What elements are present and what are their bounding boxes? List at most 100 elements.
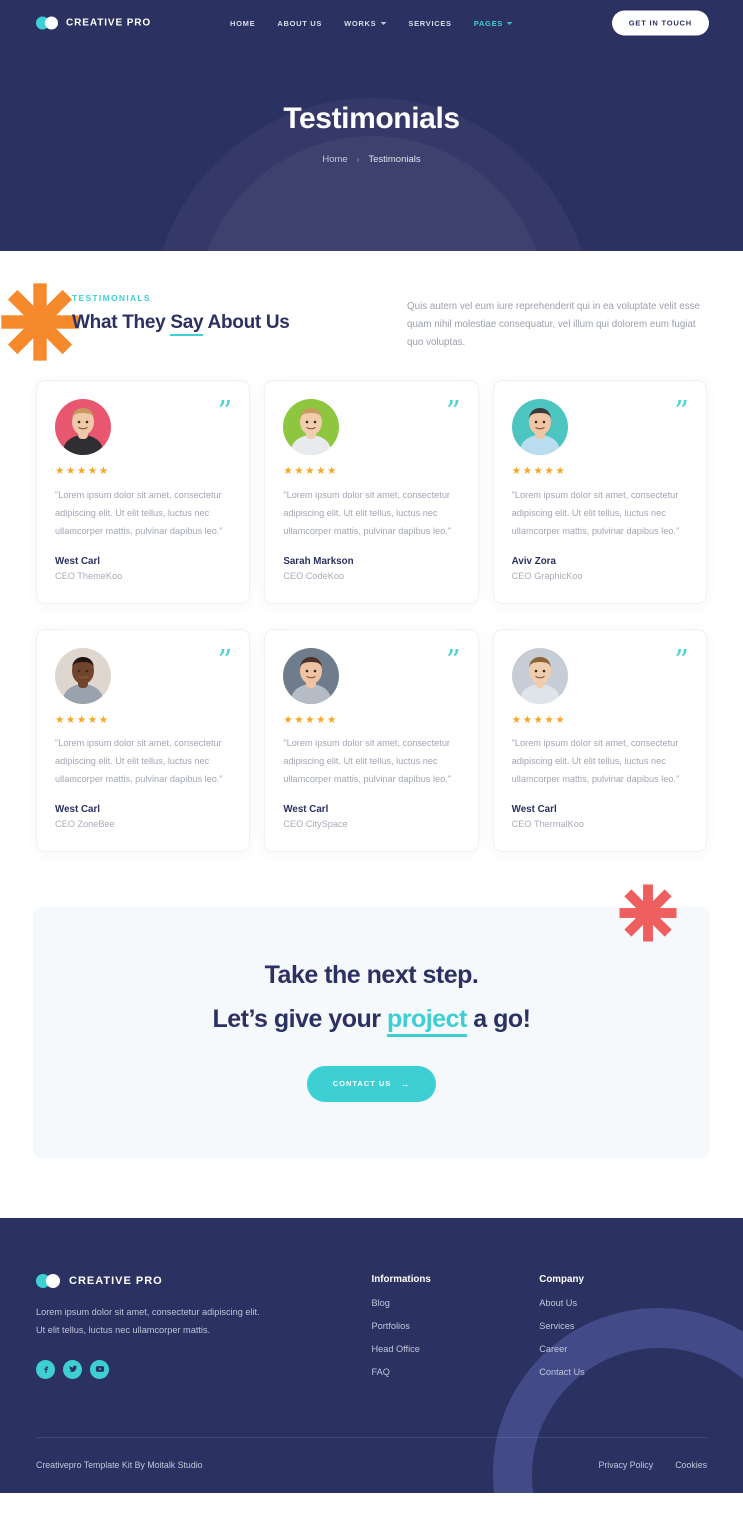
hero-banner: Testimonials Home › Testimonials (0, 46, 743, 251)
testimonial-author-name: West Carl (283, 803, 329, 815)
star-icon: ★ (87, 713, 98, 726)
nav-item-works[interactable]: WORKS (344, 19, 387, 28)
star-icon: ★ (294, 465, 304, 478)
star-icon: ★ (555, 465, 565, 478)
cta-headline-highlight[interactable]: project (386, 1004, 467, 1037)
nav-item-pages[interactable]: PAGES (474, 19, 513, 28)
quote-icon: ” (217, 642, 233, 677)
get-in-touch-button[interactable]: GET IN TOUCH (611, 10, 709, 36)
section-title-underlined: Say (170, 312, 204, 336)
breadcrumb-current: Testimonials (368, 154, 421, 165)
testimonial-author-role: CEO ZoneBee (55, 818, 115, 829)
footer-brand-name: CREATIVE PRO (69, 1274, 163, 1287)
star-icon: ★ (544, 465, 554, 478)
star-icon: ★ (327, 713, 337, 726)
testimonial-author-role: CEO ThemeKoo (55, 570, 123, 581)
star-icon: ★ (55, 465, 65, 478)
footer-link-contact-us[interactable]: Contact Us (539, 1367, 707, 1377)
two-circles-logo-icon (36, 1273, 61, 1288)
testimonial-card-top: ” (283, 642, 461, 704)
cta-headline-2-pre: Let’s give your (212, 1004, 387, 1033)
footer-brand-column: CREATIVE PRO Lorem ipsum dolor sit amet,… (36, 1273, 372, 1379)
testimonial-card[interactable]: ” ★ ★ ★ ★ ★ "Lorem ipsum dolor sit amet, conse… (36, 628, 251, 852)
footer-link-head-office[interactable]: Head Office (372, 1344, 540, 1354)
privacy-policy-link[interactable]: Privacy Policy (598, 1460, 653, 1470)
star-icon: ★ (294, 713, 304, 726)
star-icon: ★ (283, 465, 293, 478)
footer-link-portfolios[interactable]: Portfolios (372, 1321, 540, 1331)
avatar-illustration (283, 647, 340, 704)
footer-brand-logo[interactable]: CREATIVE PRO (36, 1273, 372, 1288)
nav-item-services[interactable]: SERVICES (408, 19, 451, 28)
star-icon: ★ (327, 465, 337, 478)
testimonial-card[interactable]: ” ★ ★ ★ ★ ★ "Lorem ipsum dolor sit amet, conse… (492, 628, 707, 852)
star-icon: ★ (98, 465, 109, 478)
cta-box: Take the next step. Let’s give your proj… (33, 906, 710, 1158)
testimonial-card[interactable]: ” ★ ★ ★ ★ ★ "Lorem ipsum dolor sit amet, conse… (264, 628, 479, 852)
footer-column-heading: Informations (371, 1273, 431, 1285)
testimonial-author-role: CEO GraphicKoo (511, 570, 583, 581)
avatar-illustration (55, 399, 111, 456)
cta-headline-2-post: a go! (466, 1004, 531, 1033)
facebook-icon[interactable] (36, 1359, 55, 1379)
star-icon: ★ (544, 713, 554, 726)
footer-column-informations: Informations Blog Portfolios Head Office… (372, 1274, 540, 1379)
star-icon: ★ (522, 713, 532, 726)
footer-columns: CREATIVE PRO Lorem ipsum dolor sit amet,… (36, 1273, 707, 1379)
footer-link-services[interactable]: Services (539, 1321, 707, 1331)
star-icon: ★ (76, 713, 87, 726)
testimonial-card[interactable]: ” ★ ★ ★ ★ ★ "Lorem ipsum dolor sit amet, conse… (36, 380, 251, 604)
cookies-link[interactable]: Cookies (675, 1460, 707, 1470)
star-icon: ★ (76, 465, 87, 478)
star-icon: ★ (65, 713, 76, 726)
testimonial-card[interactable]: ” ★ ★ ★ ★ ★ "Lorem ipsum dolor sit amet, conse… (492, 380, 707, 604)
testimonial-card[interactable]: ” ★ ★ ★ ★ ★ "Lorem ipsum dolor sit amet, conse… (264, 380, 479, 604)
star-icon: ★ (511, 713, 522, 726)
footer-link-career[interactable]: Career (539, 1344, 707, 1354)
site-header: CREATIVE PRO HOME ABOUT US WORKS SERVICE… (0, 0, 743, 46)
testimonial-author-name: West Carl (511, 803, 557, 815)
testimonial-author-name: West Carl (55, 555, 101, 567)
quote-icon: ” (674, 394, 689, 429)
quote-icon: ” (445, 394, 461, 429)
footer-link-faq[interactable]: FAQ (372, 1367, 540, 1377)
nav-item-home[interactable]: HOME (230, 19, 255, 28)
brand-logo[interactable]: CREATIVE PRO (36, 16, 151, 30)
cta-section: Take the next step. Let’s give your proj… (0, 852, 743, 1218)
cta-headline-2: Let’s give your project a go! (53, 1004, 690, 1037)
footer-link-blog[interactable]: Blog (372, 1298, 540, 1308)
nav-item-about-us[interactable]: ABOUT US (277, 19, 322, 28)
rating-stars: ★ ★ ★ ★ ★ (512, 715, 688, 726)
section-header-left: TESTIMONIALS What They Say About Us (1, 283, 366, 361)
footer-link-about-us[interactable]: About Us (539, 1298, 707, 1308)
contact-us-button[interactable]: CONTACT US → (306, 1065, 437, 1102)
testimonial-card-top: ” (511, 645, 689, 704)
avatar (55, 647, 111, 704)
section-header: TESTIMONIALS What They Say About Us Quis… (0, 251, 743, 361)
avatar (511, 647, 568, 704)
testimonial-card-top: ” (55, 397, 232, 456)
star-icon: ★ (316, 713, 326, 726)
section-eyebrow: TESTIMONIALS (72, 293, 151, 303)
testimonial-card-top: ” (283, 394, 461, 456)
footer-bottom-bar: Creativepro Template Kit By Moitalk Stud… (36, 1438, 707, 1493)
quote-icon: ” (445, 642, 461, 677)
twitter-icon[interactable] (63, 1359, 82, 1379)
youtube-icon[interactable] (90, 1359, 109, 1379)
avatar (283, 647, 340, 704)
testimonial-card-top: ” (55, 642, 233, 704)
footer-description-line-1: Lorem ipsum dolor sit amet, consectetur … (36, 1306, 260, 1317)
breadcrumb-separator-icon: › (356, 155, 360, 164)
star-icon: ★ (283, 713, 293, 726)
testimonial-quote: "Lorem ipsum dolor sit amet, consectetur… (511, 738, 680, 785)
breadcrumb-home[interactable]: Home (322, 154, 347, 165)
footer-column-company: Company About Us Services Career Contact… (539, 1274, 707, 1379)
section-description: Quis autem vel eum iure reprehenderit qu… (407, 301, 700, 349)
main-nav: HOME ABOUT US WORKS SERVICES PAGES (230, 19, 513, 28)
testimonial-quote: "Lorem ipsum dolor sit amet, consectetur… (55, 738, 223, 785)
cta-headline-1: Take the next step. (264, 960, 479, 989)
star-icon: ★ (305, 713, 315, 726)
testimonial-author-role: CEO CitySpace (283, 818, 348, 829)
testimonial-quote: "Lorem ipsum dolor sit amet, consectetur… (283, 489, 452, 536)
nav-item-label: HOME (230, 18, 256, 28)
